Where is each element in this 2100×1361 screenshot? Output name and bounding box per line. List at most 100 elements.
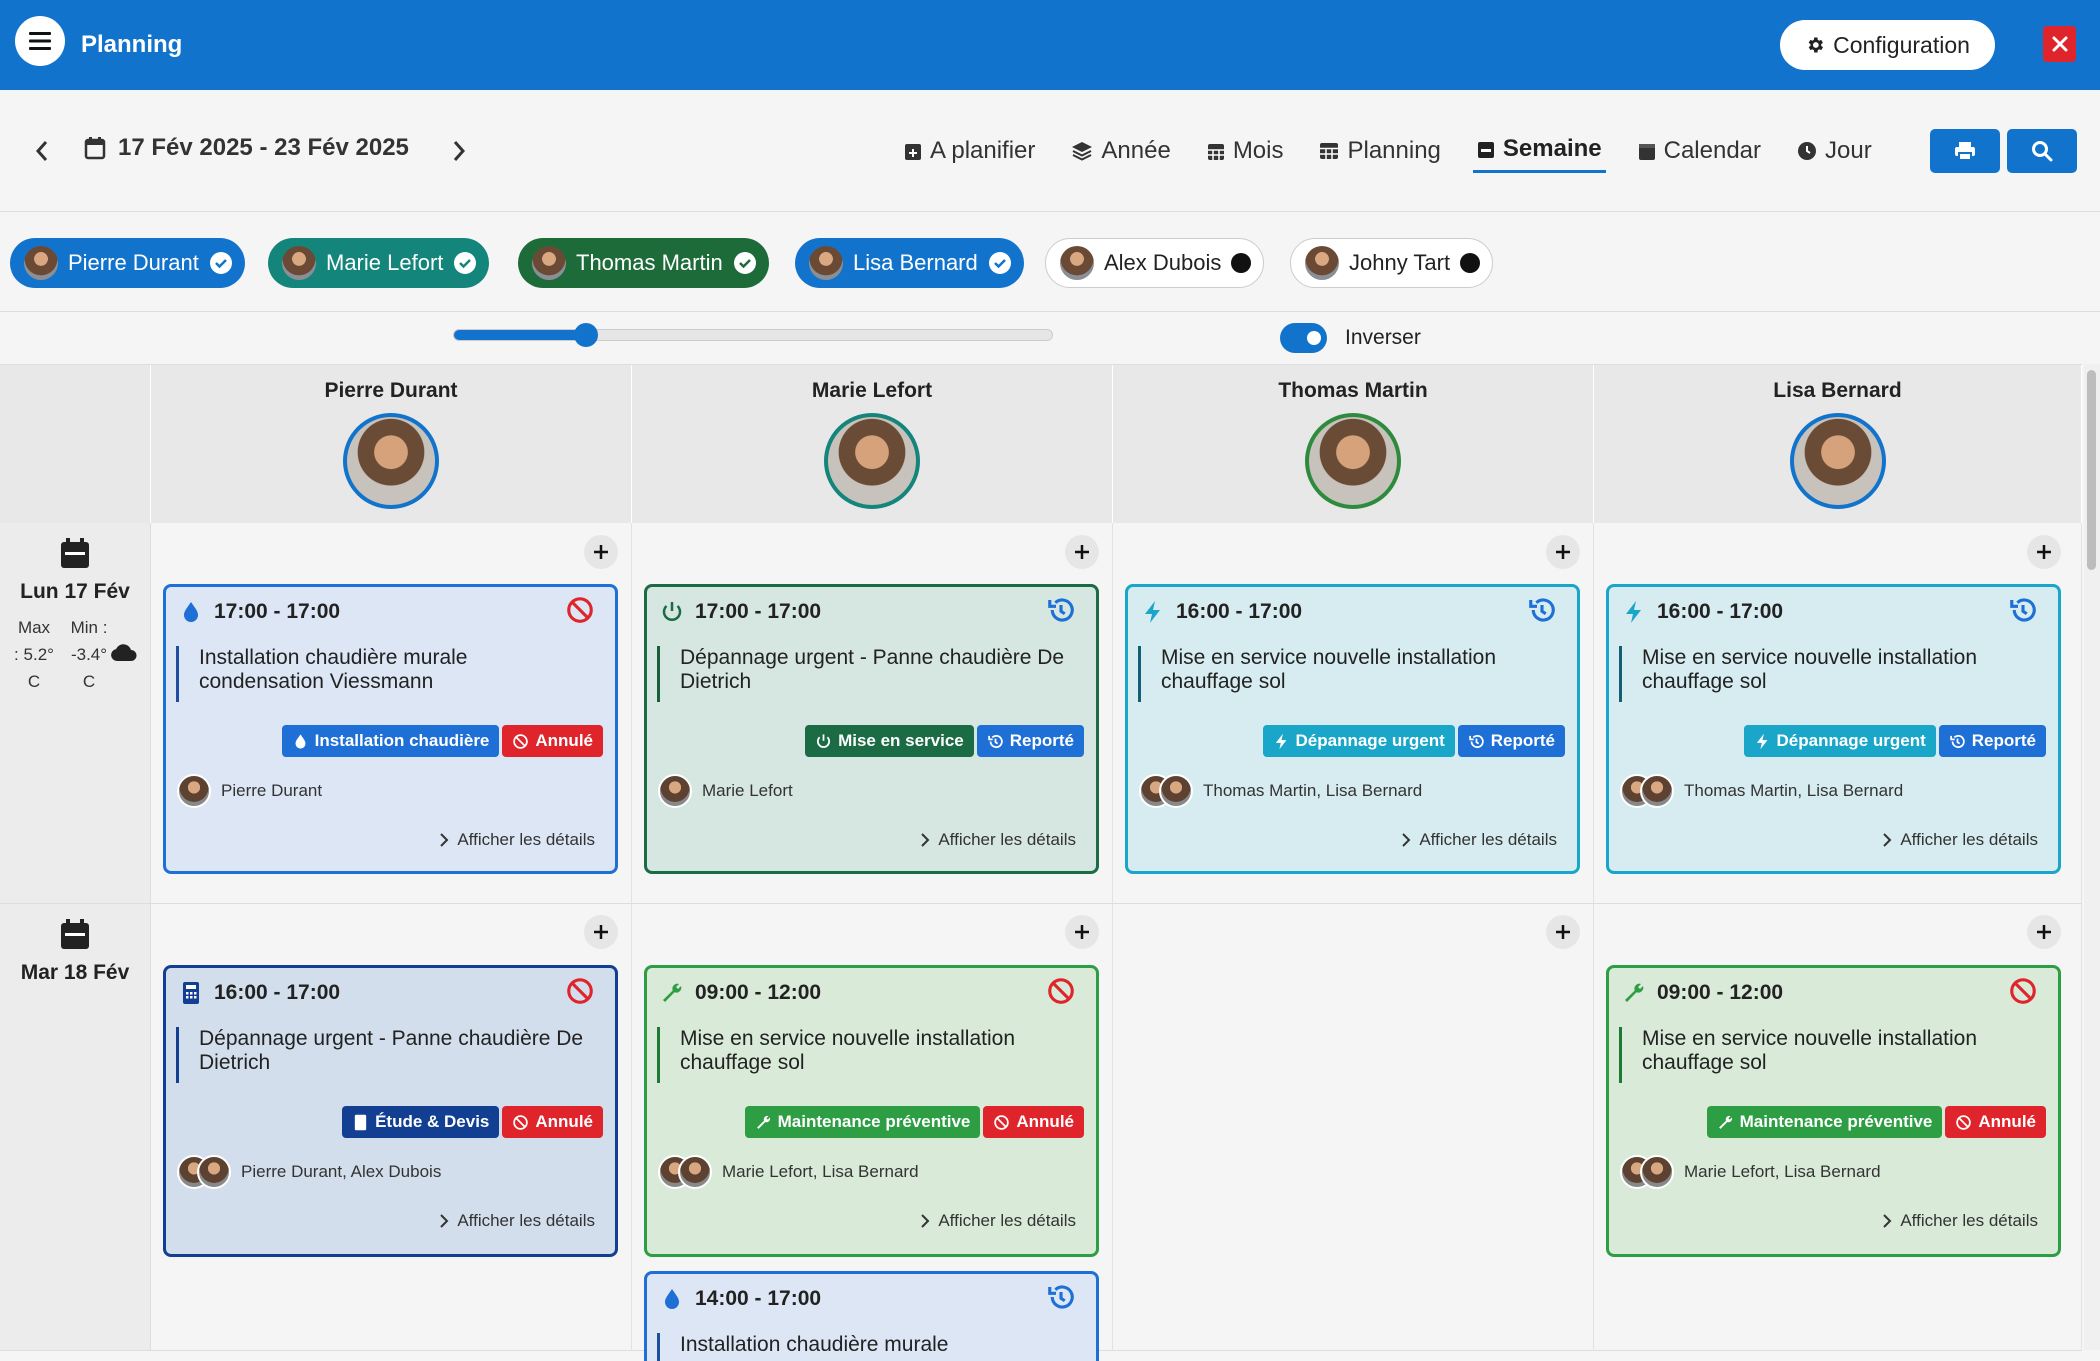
add-event-button[interactable] xyxy=(1546,535,1580,569)
event-badges: Maintenance préventive Annulé xyxy=(1706,1106,2046,1138)
cloud-icon xyxy=(111,644,137,661)
show-details-link[interactable]: Afficher les détails xyxy=(439,1211,595,1231)
event-type-icon xyxy=(660,981,684,1010)
configuration-label: Configuration xyxy=(1833,31,1970,58)
view-annee[interactable]: Année xyxy=(1067,128,1174,173)
filter-chip-marie-lefort[interactable]: Marie Lefort xyxy=(268,238,490,288)
calculator-icon xyxy=(354,1114,367,1130)
show-details-link[interactable]: Afficher les détails xyxy=(439,830,595,850)
filter-chip-lisa-bernard[interactable]: Lisa Bernard xyxy=(795,238,1024,288)
event-card[interactable]: 16:00 - 17:00 Mise en service nouvelle i… xyxy=(1125,584,1580,874)
show-details-link[interactable]: Afficher les détails xyxy=(920,830,1076,850)
cancel-icon xyxy=(2010,978,2036,1004)
zoom-slider[interactable] xyxy=(453,323,1053,347)
filter-chip-johny-tart[interactable]: Johny Tart xyxy=(1290,238,1494,288)
avatar xyxy=(1640,774,1674,808)
drop-icon xyxy=(665,1289,679,1309)
avatar xyxy=(809,246,843,280)
drop-icon xyxy=(295,733,306,749)
calendar-icon xyxy=(61,919,89,949)
configuration-button[interactable]: Configuration xyxy=(1780,20,1995,70)
drop-icon xyxy=(184,602,198,622)
event-type-badge: Mise en service xyxy=(805,725,974,757)
event-card[interactable]: 17:00 - 17:00 Installation chaudière mur… xyxy=(163,584,618,874)
event-status-badge: Reporté xyxy=(1938,725,2046,757)
unselected-dot-icon xyxy=(1231,253,1252,273)
view-calendar[interactable]: Calendar xyxy=(1634,128,1765,173)
add-event-button[interactable] xyxy=(1546,915,1580,949)
plus-icon xyxy=(594,925,608,939)
wrench-icon xyxy=(1718,1115,1732,1129)
search-button[interactable] xyxy=(2007,129,2077,173)
bolt-icon xyxy=(1626,601,1641,623)
add-event-button[interactable] xyxy=(2027,915,2061,949)
vertical-scrollbar[interactable] xyxy=(2084,364,2100,1350)
filter-chip-alex-dubois[interactable]: Alex Dubois xyxy=(1045,238,1265,288)
close-button[interactable] xyxy=(2043,26,2076,62)
app-title: Planning xyxy=(81,31,183,58)
event-type-icon xyxy=(1622,981,1646,1010)
event-status-icon xyxy=(1046,1282,1076,1317)
weather-info: Max : 5.2° C Min : -3.4° C xyxy=(0,604,150,704)
clock-icon xyxy=(1798,141,1817,160)
show-details-link[interactable]: Afficher les détails xyxy=(1882,1211,2038,1231)
event-card[interactable]: 16:00 - 17:00 Dépannage urgent - Panne c… xyxy=(163,965,618,1257)
avatar xyxy=(1060,246,1094,280)
view-jour[interactable]: Jour xyxy=(1793,128,1876,173)
print-button[interactable] xyxy=(1930,129,2000,173)
chevron-right-icon xyxy=(1883,1214,1892,1228)
schedule-cell[interactable] xyxy=(1113,904,1594,1351)
show-details-link[interactable]: Afficher les détails xyxy=(1401,830,1557,850)
event-type-icon xyxy=(1141,600,1165,629)
chevron-right-icon xyxy=(921,833,930,847)
event-type-icon xyxy=(660,1287,684,1316)
event-type-icon xyxy=(1622,600,1646,629)
toggle-knob xyxy=(1307,331,1321,345)
filter-chip-pierre-durant[interactable]: Pierre Durant xyxy=(10,238,245,288)
toolbar: 17 Fév 2025 - 23 Fév 2025 A planifier An… xyxy=(0,90,2100,212)
event-card[interactable]: 17:00 - 17:00 Dépannage urgent - Panne c… xyxy=(644,584,1099,874)
show-details-link[interactable]: Afficher les détails xyxy=(920,1211,1076,1231)
event-card[interactable]: 09:00 - 12:00 Mise en service nouvelle i… xyxy=(644,965,1099,1257)
inverser-toggle[interactable] xyxy=(1280,323,1327,353)
add-event-button[interactable] xyxy=(1065,915,1099,949)
wrench-icon xyxy=(1625,983,1644,1002)
history-icon xyxy=(1950,734,1965,748)
event-type-badge: Maintenance préventive xyxy=(1706,1106,1943,1138)
show-details-link[interactable]: Afficher les détails xyxy=(1882,830,2038,850)
bolt-icon xyxy=(1145,601,1160,623)
cancel-icon xyxy=(1048,978,1074,1004)
menu-button[interactable] xyxy=(15,16,65,66)
add-event-button[interactable] xyxy=(2027,535,2061,569)
filter-chip-thomas-martin[interactable]: Thomas Martin xyxy=(518,238,769,288)
event-type-badge: Dépannage urgent xyxy=(1743,725,1936,757)
event-status-icon xyxy=(2008,595,2038,630)
event-time: 16:00 - 17:00 xyxy=(1176,600,1303,623)
view-a-planifier[interactable]: A planifier xyxy=(900,128,1039,173)
event-card[interactable]: 09:00 - 12:00 Mise en service nouvelle i… xyxy=(1606,965,2061,1257)
previous-week-button[interactable] xyxy=(27,136,57,166)
add-event-button[interactable] xyxy=(584,535,618,569)
assignee-names: Marie Lefort xyxy=(702,781,793,800)
avatar xyxy=(1305,413,1401,509)
power-icon xyxy=(817,733,831,748)
layers-icon xyxy=(1072,141,1093,161)
event-card[interactable]: 16:00 - 17:00 Mise en service nouvelle i… xyxy=(1606,584,2061,874)
event-type-badge: Maintenance préventive xyxy=(744,1106,981,1138)
add-event-button[interactable] xyxy=(1065,535,1099,569)
chevron-right-icon xyxy=(921,1214,930,1228)
planning-grid: Pierre Durant Marie Lefort Thomas Martin… xyxy=(0,364,2082,1361)
date-range[interactable]: 17 Fév 2025 - 23 Fév 2025 xyxy=(84,134,409,162)
view-planning[interactable]: Planning xyxy=(1315,128,1444,173)
plus-icon xyxy=(2037,925,2051,939)
view-mois[interactable]: Mois xyxy=(1203,128,1288,173)
zoom-slider-handle[interactable] xyxy=(574,323,598,347)
next-week-button[interactable] xyxy=(444,136,474,166)
plus-icon xyxy=(2037,545,2051,559)
avatar xyxy=(343,413,439,509)
column-header-thomas-martin: Thomas Martin xyxy=(1113,365,1594,523)
event-card[interactable]: 14:00 - 17:00 Installation chaudière mur… xyxy=(644,1271,1099,1361)
add-event-button[interactable] xyxy=(584,915,618,949)
view-semaine[interactable]: Semaine xyxy=(1472,128,1606,173)
scrollbar-thumb[interactable] xyxy=(2087,370,2096,570)
